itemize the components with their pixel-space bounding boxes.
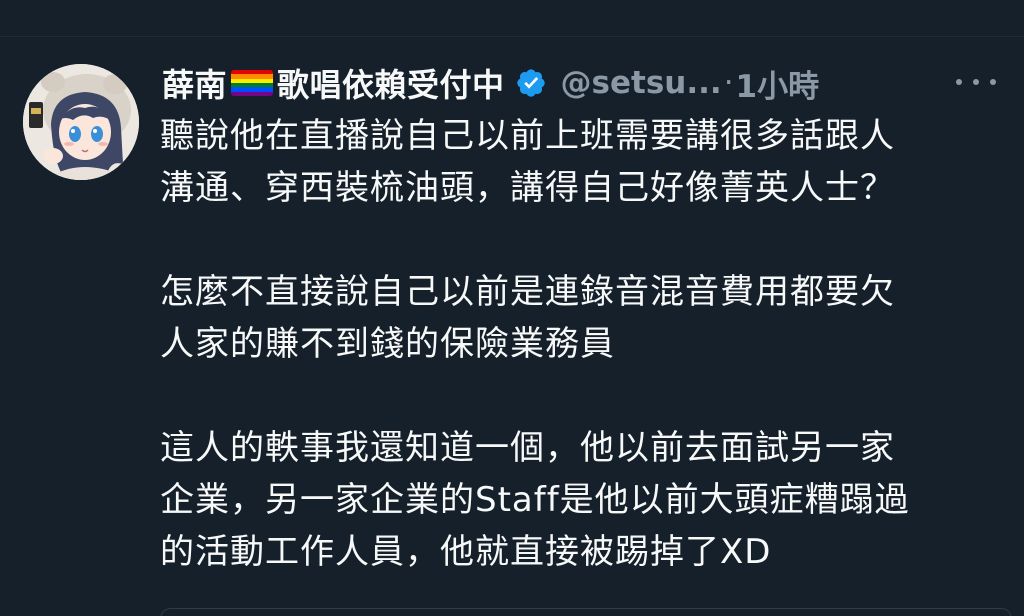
divider xyxy=(0,36,1024,37)
tweet-text-line: 聽說他在直播說自己以前上班需要講很多話跟人 xyxy=(160,116,895,156)
separator: · xyxy=(723,65,734,101)
user-handle[interactable]: @setsu... xyxy=(561,65,722,101)
tweet-text-line: 溝通、穿西裝梳油頭，講得自己好像菁英人士？ xyxy=(160,168,895,208)
verified-badge-icon xyxy=(515,67,547,99)
timestamp[interactable]: 1小時 xyxy=(736,61,820,106)
tweet-header: 薛南 歌唱依賴受付中 @setsu... · 1小時 xyxy=(162,60,1002,106)
tweet-text-line: 這人的軼事我還知道一個，他以前去面試另一家 xyxy=(160,428,895,468)
tweet-page: 薛南 歌唱依賴受付中 @setsu... · 1小時 聽說他在直播說自己以前上班… xyxy=(0,0,1024,616)
avatar-illustration xyxy=(23,64,139,180)
avatar[interactable] xyxy=(23,64,139,180)
more-options-icon[interactable] xyxy=(956,72,996,92)
tweet-text: 聽說他在直播說自己以前上班需要講很多話跟人 溝通、穿西裝梳油頭，講得自己好像菁英… xyxy=(160,110,1010,578)
display-name[interactable]: 薛南 xyxy=(162,60,227,106)
display-name-suffix[interactable]: 歌唱依賴受付中 xyxy=(277,60,505,106)
quoted-card-edge[interactable] xyxy=(160,608,1012,616)
tweet-text-line: 企業，另一家企業的Staff是他以前大頭症糟蹋過 xyxy=(160,480,910,520)
tweet-text-line: 怎麼不直接說自己以前是連錄音混音費用都要欠 xyxy=(160,272,895,312)
tweet-text-line: 人家的賺不到錢的保險業務員 xyxy=(160,324,615,364)
rainbow-flag-icon xyxy=(231,70,274,96)
tweet-text-line: 的活動工作人員，他就直接被踢掉了XD xyxy=(160,532,772,572)
